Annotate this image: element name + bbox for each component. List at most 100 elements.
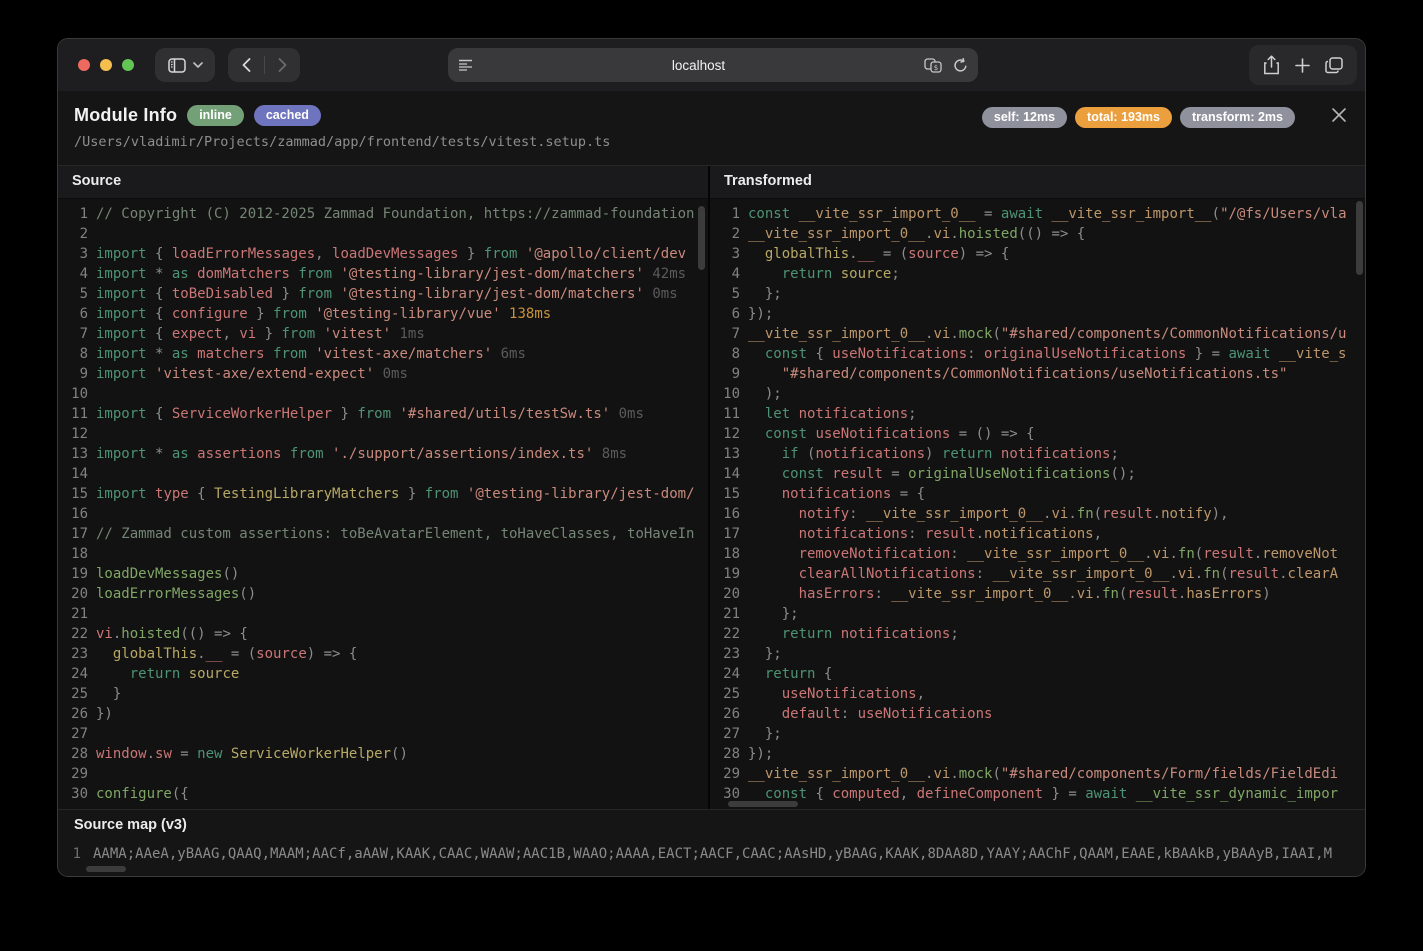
line-number: 7 <box>58 324 88 344</box>
url-text[interactable]: localhost <box>473 58 924 73</box>
code-token: __ <box>858 246 875 262</box>
code-token: type <box>155 486 197 502</box>
code-token: __vite_s <box>1279 346 1346 362</box>
forward-button[interactable] <box>265 48 300 82</box>
cached-badge: cached <box>254 105 321 126</box>
translate-icon[interactable]: $ <box>924 58 943 73</box>
code-token: loadDevMessages <box>332 246 458 262</box>
code-line: 13 if (notifications) return notificatio… <box>710 444 1365 464</box>
code-token: fn <box>1077 506 1094 522</box>
line-number: 10 <box>58 384 88 404</box>
code-line: 10 <box>58 384 708 404</box>
source-vertical-scrollbar[interactable] <box>698 206 705 270</box>
sourcemap-horizontal-scrollbar[interactable] <box>86 866 126 872</box>
code-token: * <box>155 346 172 362</box>
transformed-horizontal-scrollbar[interactable] <box>728 801 798 807</box>
code-token: '@testing-library/jest-dom/matchers' <box>340 266 643 282</box>
code-line: 28}); <box>710 744 1365 764</box>
code-token: useNotifications <box>815 426 950 442</box>
code-token: : <box>841 706 858 722</box>
chevron-right-icon <box>278 58 287 72</box>
share-button[interactable] <box>1263 55 1280 75</box>
reload-icon[interactable] <box>953 58 968 73</box>
code-line: 16 <box>58 504 708 524</box>
code-token: __vite_ssr_import_0__ <box>866 506 1043 522</box>
tab-overview-button[interactable] <box>1325 57 1343 74</box>
code-token: from <box>281 326 323 342</box>
transformed-vertical-scrollbar[interactable] <box>1356 201 1363 275</box>
sourcemap-section: Source map (v3) 1AAMA;AAeA,yBAAG,QAAQ,MA… <box>58 809 1365 877</box>
code-line: 24 return source <box>58 664 708 684</box>
line-number: 23 <box>710 644 740 664</box>
code-token: originalUseNotifications <box>908 466 1110 482</box>
line-number: 4 <box>58 264 88 284</box>
back-button[interactable] <box>229 48 264 82</box>
code-token: { <box>197 486 214 502</box>
browser-toolbar: localhost $ <box>58 39 1365 91</box>
new-tab-button[interactable] <box>1295 58 1310 73</box>
code-token: import <box>96 346 155 362</box>
sourcemap-title: Source map (v3) <box>74 817 187 833</box>
code-token: ( <box>992 326 1000 342</box>
code-token: as <box>172 266 197 282</box>
sidebar-toggle-button[interactable] <box>155 48 215 82</box>
code-token: ({ <box>172 786 189 802</box>
code-token: result <box>1229 566 1280 582</box>
code-token: removeNotification <box>799 546 951 562</box>
code-line: 26}) <box>58 704 708 724</box>
code-token: from <box>484 246 526 262</box>
line-number: 17 <box>58 524 88 544</box>
code-token: notifications <box>1001 446 1111 462</box>
code-token: const <box>765 786 816 802</box>
code-token: fn <box>1178 546 1195 562</box>
code-token: }; <box>748 646 782 662</box>
code-token: const <box>748 206 799 222</box>
code-token: 0ms <box>610 406 644 422</box>
close-icon[interactable] <box>1330 106 1348 124</box>
code-token: return <box>782 266 841 282</box>
code-token: loadDevMessages <box>96 566 222 582</box>
code-token: : <box>967 346 984 362</box>
code-token: import <box>96 406 155 422</box>
code-token: (); <box>1110 466 1135 482</box>
code-token: { <box>815 786 832 802</box>
line-number: 28 <box>58 744 88 764</box>
code-token: * <box>155 266 172 282</box>
code-line: 12 <box>58 424 708 444</box>
code-token <box>748 526 799 542</box>
code-line: 23 }; <box>710 644 1365 664</box>
code-line: 3import { loadErrorMessages, loadDevMess… <box>58 244 708 264</box>
code-token: { <box>155 306 172 322</box>
code-token: vi <box>1178 566 1195 582</box>
code-token: vi <box>933 326 950 342</box>
code-token: ) <box>925 446 942 462</box>
code-token <box>748 246 765 262</box>
code-token: = <box>883 466 908 482</box>
code-line: 5import { toBeDisabled } from '@testing-… <box>58 284 708 304</box>
code-line: 27 }; <box>710 724 1365 744</box>
code-line: 5 }; <box>710 284 1365 304</box>
code-line: 16 notify: __vite_ssr_import_0__.vi.fn(r… <box>710 504 1365 524</box>
page-format-icon[interactable] <box>458 59 473 72</box>
code-token: return <box>130 666 189 682</box>
code-token: import <box>96 366 155 382</box>
code-token: globalThis <box>113 646 197 662</box>
code-token: } <box>273 286 298 302</box>
code-line: 11 let notifications; <box>710 404 1365 424</box>
code-line: 30configure({ <box>58 784 708 804</box>
code-token: ; <box>1110 446 1118 462</box>
window-minimize-button[interactable] <box>100 59 112 71</box>
code-token: ), <box>1212 506 1229 522</box>
code-token: { <box>815 346 832 362</box>
line-number: 9 <box>58 364 88 384</box>
window-close-button[interactable] <box>78 59 90 71</box>
code-line: 8 const { useNotifications: originalUseN… <box>710 344 1365 364</box>
code-token: matchers <box>197 346 264 362</box>
line-number: 1 <box>58 204 88 224</box>
code-token: import <box>96 486 155 502</box>
code-token: . <box>147 746 155 762</box>
code-token: }) <box>96 706 113 722</box>
module-file-path: /Users/vladimir/Projects/zammad/app/fron… <box>74 134 610 150</box>
window-zoom-button[interactable] <box>122 59 134 71</box>
address-bar[interactable]: localhost $ <box>448 48 978 82</box>
